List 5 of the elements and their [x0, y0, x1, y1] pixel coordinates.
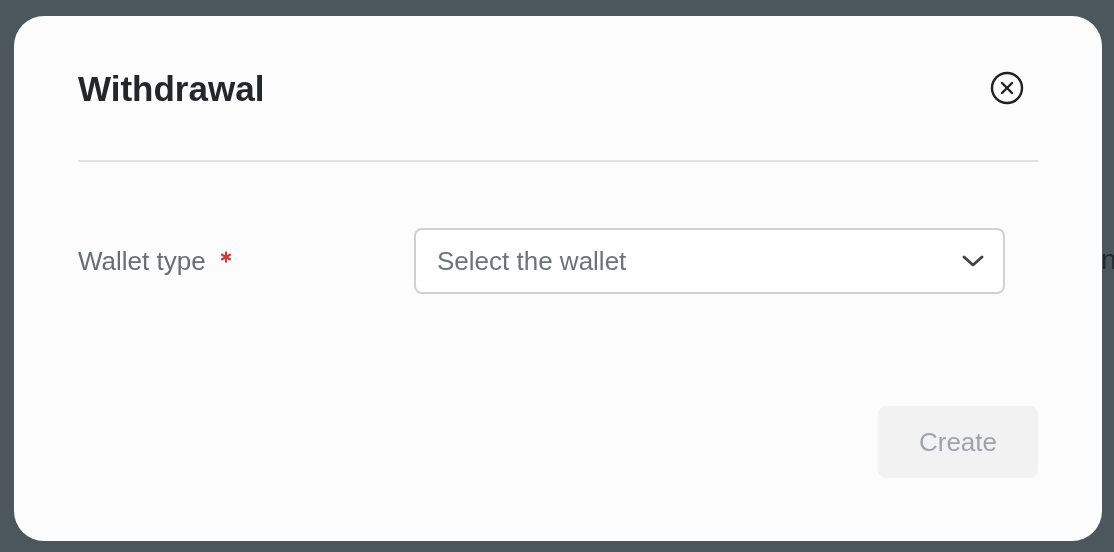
dialog-title: Withdrawal [78, 67, 265, 110]
chevron-down-icon [961, 254, 985, 268]
close-icon[interactable] [990, 71, 1024, 105]
field-label: Wallet type [78, 245, 206, 277]
wallet-select[interactable]: Select the wallet [414, 228, 1005, 294]
